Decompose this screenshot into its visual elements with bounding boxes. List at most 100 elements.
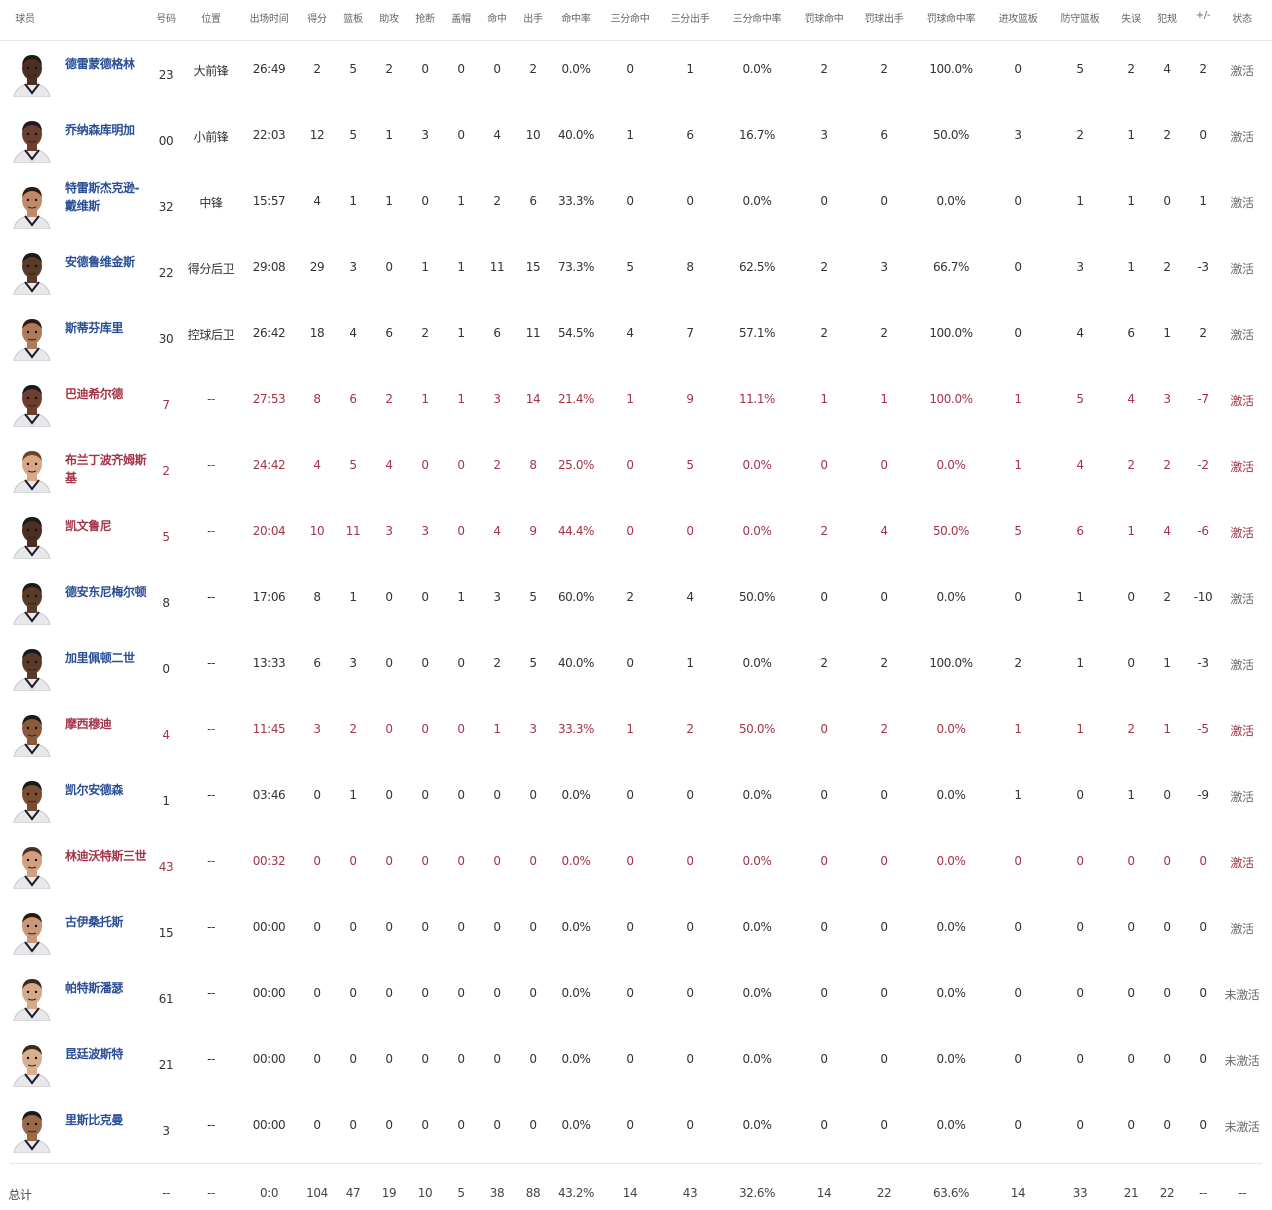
table-row[interactable]: 斯蒂芬库里 30 控球后卫 26:42 18 4 6 2 1 6 11 54.5% 4 7 57.1% 2 2 1… [10,305,1262,372]
cell-fg-made: 0 [493,920,501,934]
cell-minutes: 00:00 [252,920,286,934]
total-fouls: 22 [1159,1186,1175,1200]
col-header-status[interactable]: 状态 [1232,10,1252,25]
col-header-rebounds[interactable]: 篮板 [343,10,363,25]
table-row[interactable]: 德安东尼梅尔顿 8 -- 17:06 8 1 0 0 1 3 5 60.0% 2 4 50.0% 0 0 0.0%… [10,569,1262,636]
col-header-offensive-rebounds[interactable]: 进攻篮板 [999,10,1038,25]
cell-rebounds: 5 [349,128,357,142]
player-avatar[interactable] [12,1041,52,1087]
cell-points: 8 [313,392,321,406]
table-row[interactable]: 帕特斯潘瑟 61 -- 00:00 0 0 0 0 0 0 0 0.0% 0 0 0.0% 0 0 0.0% 0 0 0… [10,965,1262,1032]
table-row[interactable]: 古伊桑托斯 15 -- 00:00 0 0 0 0 0 0 0 0.0% 0 0 0.0% 0 0 0.0% 0 0 0… [10,899,1262,966]
player-avatar[interactable] [12,645,52,691]
col-header-three-percent[interactable]: 三分命中率 [733,10,782,25]
table-row[interactable]: 林迪沃特斯三世 43 -- 00:32 0 0 0 0 0 0 0 0.0% 0 0 0.0% 0 0 0.0% 0… [10,833,1262,900]
col-header-player[interactable]: 球员 [15,10,35,25]
col-header-number[interactable]: 号码 [156,10,176,25]
table-row[interactable]: 德雷蒙德格林 23 大前锋 26:49 2 5 2 0 0 0 2 0.0% 0 1 0.0% 2 2 100.0… [10,41,1262,108]
cell-fg-percent: 33.3% [557,722,595,736]
player-name-link[interactable]: 安德鲁维金斯 [65,253,147,271]
col-header-position[interactable]: 位置 [201,10,221,25]
cell-rebounds: 1 [349,590,357,604]
cell-fg-percent: 21.4% [557,392,595,406]
cell-points: 8 [313,590,321,604]
col-header-ft-made[interactable]: 罚球命中 [805,10,844,25]
col-header-fg-made[interactable]: 命中 [487,10,507,25]
player-name-link[interactable]: 摩西穆迪 [65,715,147,733]
cell-assists: 0 [385,1118,393,1132]
cell-ft-percent: 0.0% [936,458,966,472]
player-name-link[interactable]: 斯蒂芬库里 [65,319,147,337]
player-avatar[interactable] [12,249,52,295]
cell-fg-percent: 0.0% [561,1118,591,1132]
player-avatar[interactable] [12,975,52,1021]
player-name-link[interactable]: 布兰丁波齐姆斯基 [65,451,147,487]
player-avatar[interactable] [12,579,52,625]
cell-ft-percent: 0.0% [936,1118,966,1132]
cell-blocks: 0 [457,62,465,76]
col-header-fg-attempts[interactable]: 出手 [523,10,543,25]
cell-turnovers: 0 [1127,1052,1135,1066]
col-header-plus-minus[interactable]: +/- [1196,10,1211,21]
player-name-link[interactable]: 巴迪希尔德 [65,385,147,403]
player-avatar[interactable] [12,711,52,757]
cell-position: -- [207,458,215,472]
cell-fouls: 1 [1163,722,1171,736]
col-header-assists[interactable]: 助攻 [379,10,399,25]
table-row[interactable]: 里斯比克曼 3 -- 00:00 0 0 0 0 0 0 0 0.0% 0 0 0.0% 0 0 0.0% 0 0 0 0… [10,1097,1262,1164]
table-row[interactable]: 安德鲁维金斯 22 得分后卫 29:08 29 3 0 1 1 11 15 73.3% 5 8 62.5% 2… [10,239,1262,306]
player-avatar[interactable] [12,447,52,493]
col-header-fg-percent[interactable]: 命中率 [561,10,590,25]
table-header: 球员 号码 位置 出场时间 得分 篮板 助攻 抢断 盖帽 命中 出手 命中率 三分命中 三分出手 三分命中率… [0,0,1272,41]
col-header-minutes[interactable]: 出场时间 [250,10,289,25]
player-avatar[interactable] [12,843,52,889]
player-name-link[interactable]: 帕特斯潘瑟 [65,979,147,997]
player-name-link[interactable]: 乔纳森库明加 [65,121,147,139]
player-name-link[interactable]: 凯文鲁尼 [65,517,147,535]
player-avatar[interactable] [12,117,52,163]
player-name-link[interactable]: 德安东尼梅尔顿 [65,583,147,601]
cell-ft-percent: 0.0% [936,920,966,934]
col-header-fouls[interactable]: 犯规 [1157,10,1177,25]
cell-three-percent: 0.0% [742,986,772,1000]
col-header-points[interactable]: 得分 [307,10,327,25]
table-row[interactable]: 昆廷波斯特 21 -- 00:00 0 0 0 0 0 0 0 0.0% 0 0 0.0% 0 0 0.0% 0 0 0… [10,1031,1262,1098]
cell-ft-percent: 0.0% [936,722,966,736]
table-row[interactable]: 摩西穆迪 4 -- 11:45 3 2 0 0 0 1 3 33.3% 1 2 50.0% 0 2 0.0% 1 1 2… [10,701,1262,768]
table-row[interactable]: 布兰丁波齐姆斯基 2 -- 24:42 4 5 4 0 0 2 8 25.0% 0 5 0.0% 0 0 0.0%… [10,437,1262,504]
cell-three-made: 0 [626,524,634,538]
player-avatar[interactable] [12,1107,52,1153]
player-name-link[interactable]: 里斯比克曼 [65,1111,147,1129]
col-header-blocks[interactable]: 盖帽 [451,10,471,25]
col-header-ft-percent[interactable]: 罚球命中率 [927,10,976,25]
player-avatar[interactable] [12,51,52,97]
table-row[interactable]: 乔纳森库明加 00 小前锋 22:03 12 5 1 3 0 4 10 40.0% 1 6 16.7% 3 6 5… [10,107,1262,174]
player-name-link[interactable]: 加里佩顿二世 [65,649,147,667]
cell-turnovers: 2 [1127,458,1135,472]
player-avatar[interactable] [12,513,52,559]
total-offensive-rebounds: 14 [1010,1186,1026,1200]
player-avatar[interactable] [12,381,52,427]
player-avatar[interactable] [12,315,52,361]
player-name-link[interactable]: 德雷蒙德格林 [65,55,147,73]
player-avatar[interactable] [12,909,52,955]
col-header-defensive-rebounds[interactable]: 防守篮板 [1061,10,1100,25]
table-row[interactable]: 特雷斯杰克逊-戴维斯 32 中锋 15:57 4 1 1 0 1 2 6 33.3% 0 0 0.0% 0 0 0… [10,173,1262,240]
player-avatar[interactable] [12,777,52,823]
table-row[interactable]: 巴迪希尔德 7 -- 27:53 8 6 2 1 1 3 14 21.4% 1 9 11.1% 1 1 100.0… [10,371,1262,438]
table-row[interactable]: 凯尔安德森 1 -- 03:46 0 1 0 0 0 0 0 0.0% 0 0 0.0% 0 0 0.0% 1 0 1 0… [10,767,1262,834]
col-header-three-attempts[interactable]: 三分出手 [671,10,710,25]
col-header-ft-attempts[interactable]: 罚球出手 [865,10,904,25]
player-name-link[interactable]: 古伊桑托斯 [65,913,147,931]
table-row[interactable]: 凯文鲁尼 5 -- 20:04 10 11 3 3 0 4 9 44.4% 0 0 0.0% 2 4 50.0% 5… [10,503,1262,570]
player-name-link[interactable]: 特雷斯杰克逊-戴维斯 [65,179,147,215]
col-header-steals[interactable]: 抢断 [415,10,435,25]
table-row[interactable]: 加里佩顿二世 0 -- 13:33 6 3 0 0 0 2 5 40.0% 0 1 0.0% 2 2 100.0%… [10,635,1262,702]
player-name-link[interactable]: 昆廷波斯特 [65,1045,147,1063]
total-number: -- [162,1186,170,1200]
player-name-link[interactable]: 凯尔安德森 [65,781,147,799]
col-header-three-made[interactable]: 三分命中 [611,10,650,25]
player-name-link[interactable]: 林迪沃特斯三世 [65,847,147,865]
col-header-turnovers[interactable]: 失误 [1121,10,1141,25]
player-avatar[interactable] [12,183,52,229]
